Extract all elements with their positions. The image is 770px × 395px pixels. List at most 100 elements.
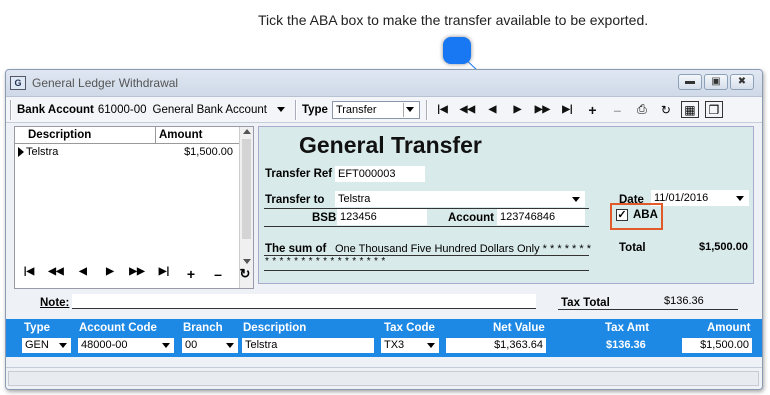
transfer-to-select[interactable]: Telstra bbox=[335, 191, 585, 207]
add-row-icon[interactable]: + bbox=[178, 266, 204, 282]
account-field[interactable]: 123746846 bbox=[497, 209, 585, 225]
tax-total-value: $136.36 bbox=[664, 295, 704, 307]
header-account-code: Account Code bbox=[79, 322, 157, 334]
list-item-description: Telstra bbox=[26, 146, 59, 158]
branch-value: 00 bbox=[185, 339, 198, 351]
previous-page-icon[interactable]: ◀◀ bbox=[455, 104, 480, 115]
chevron-down-icon bbox=[59, 343, 67, 348]
net-value-field[interactable]: $1,363.64 bbox=[446, 338, 546, 353]
first-record-icon[interactable]: |◀ bbox=[430, 104, 455, 115]
print-icon[interactable]: ⎙ bbox=[633, 101, 651, 118]
note-label: Note: bbox=[40, 297, 70, 309]
scroll-thumb[interactable] bbox=[242, 139, 251, 239]
total-label: Total bbox=[619, 242, 646, 254]
status-bar bbox=[6, 367, 762, 389]
previous-page-icon[interactable]: ◀◀ bbox=[43, 266, 69, 282]
scroll-up-icon[interactable] bbox=[243, 129, 251, 134]
first-record-icon[interactable]: |◀ bbox=[16, 266, 42, 282]
type-select[interactable]: Transfer bbox=[331, 100, 420, 119]
restore-button[interactable]: ▣ bbox=[704, 74, 728, 90]
type-select[interactable]: GEN bbox=[22, 338, 71, 353]
date-picker[interactable]: 11/01/2016 bbox=[651, 190, 749, 206]
list-header: Description Amount bbox=[15, 127, 253, 144]
amount-value: $1,500.00 bbox=[700, 339, 749, 351]
tax-amt-value: $136.36 bbox=[606, 339, 646, 351]
callout-marker bbox=[443, 37, 471, 64]
header-amount: Amount bbox=[707, 322, 751, 334]
toolbar-separator bbox=[425, 99, 428, 120]
header-tax-amt: Tax Amt bbox=[605, 322, 650, 334]
transaction-list: Description Amount Telstra $1,500.00 bbox=[14, 126, 254, 289]
window-title: General Ledger Withdrawal bbox=[32, 76, 179, 90]
delete-row-icon[interactable]: – bbox=[205, 266, 231, 282]
delete-record-icon[interactable]: – bbox=[605, 102, 630, 118]
list-item[interactable]: Telstra $1,500.00 bbox=[15, 144, 253, 160]
next-record-icon[interactable]: ▶ bbox=[97, 266, 123, 282]
transfer-panel: General Transfer Transfer Ref EFT000003 … bbox=[258, 126, 754, 284]
sum-label: The sum of bbox=[265, 243, 327, 255]
aba-label: ABA bbox=[633, 209, 658, 221]
account-code-select[interactable]: 48000-00 bbox=[78, 338, 174, 353]
callout-text: Tick the ABA box to make the transfer av… bbox=[258, 12, 649, 28]
general-ledger-withdrawal-window: G General Ledger Withdrawal ▬ ▣ ✖ Bank A… bbox=[5, 69, 763, 390]
tax-total-label: Tax Total bbox=[561, 297, 610, 309]
previous-record-icon[interactable]: ◀ bbox=[480, 104, 505, 115]
chevron-down-icon bbox=[572, 196, 580, 202]
app-icon: G bbox=[10, 76, 26, 90]
list-scrollbar[interactable] bbox=[239, 127, 253, 288]
copy-icon[interactable]: ❐ bbox=[704, 101, 723, 118]
bank-account-name: General Bank Account bbox=[152, 103, 267, 116]
divider bbox=[264, 226, 589, 227]
divider bbox=[264, 270, 589, 271]
tax-code-value: TX3 bbox=[384, 339, 405, 351]
bsb-label: BSB bbox=[312, 212, 337, 224]
aba-checkbox[interactable]: ✓ bbox=[616, 209, 628, 221]
total-value: $1,500.00 bbox=[699, 241, 748, 253]
amount-field[interactable]: $1,500.00 bbox=[682, 338, 752, 353]
header-type: Type bbox=[24, 322, 50, 334]
sum-stars: * * * * * * * * * * * * * * * * * bbox=[265, 256, 386, 267]
transfer-ref-field[interactable]: EFT000003 bbox=[335, 166, 425, 182]
header-net-value: Net Value bbox=[493, 322, 545, 334]
chevron-down-icon bbox=[427, 343, 435, 348]
transfer-to-value: Telstra bbox=[338, 193, 371, 205]
next-page-icon[interactable]: ▶▶ bbox=[530, 104, 555, 115]
toolbar: Bank Account 61000-00 General Bank Accou… bbox=[6, 97, 762, 123]
add-record-icon[interactable]: + bbox=[580, 102, 605, 118]
report-icon[interactable]: ▦ bbox=[680, 101, 699, 118]
refresh-icon[interactable]: ↻ bbox=[657, 101, 675, 118]
column-header-description[interactable]: Description bbox=[15, 127, 156, 143]
next-page-icon[interactable]: ▶▶ bbox=[124, 266, 150, 282]
scroll-down-icon[interactable] bbox=[243, 259, 251, 264]
account-label: Account bbox=[448, 212, 494, 224]
branch-select[interactable]: 00 bbox=[182, 338, 238, 353]
refresh-icon[interactable]: ↻ bbox=[232, 266, 258, 282]
chevron-down-icon bbox=[276, 107, 285, 112]
next-record-icon[interactable]: ▶ bbox=[505, 104, 530, 115]
chevron-down-icon bbox=[736, 195, 744, 201]
page-title: General Transfer bbox=[299, 132, 482, 158]
type-label: Type bbox=[301, 103, 328, 116]
minimize-button[interactable]: ▬ bbox=[678, 74, 702, 90]
bsb-field[interactable]: 123456 bbox=[337, 209, 427, 225]
previous-record-icon[interactable]: ◀ bbox=[70, 266, 96, 282]
description-field[interactable]: Telstra bbox=[242, 338, 374, 353]
header-description: Description bbox=[243, 322, 307, 334]
header-tax-code: Tax Code bbox=[384, 322, 435, 334]
type-value: Transfer bbox=[335, 103, 377, 116]
divider bbox=[558, 309, 738, 310]
sum-in-words: One Thousand Five Hundred Dollars Only *… bbox=[335, 243, 591, 255]
last-record-icon[interactable]: ▶| bbox=[151, 266, 177, 282]
close-button[interactable]: ✖ bbox=[730, 74, 754, 90]
column-header-amount[interactable]: Amount bbox=[156, 127, 233, 143]
description-value: Telstra bbox=[245, 339, 278, 351]
note-field[interactable] bbox=[72, 294, 536, 309]
bank-account-select[interactable]: 61000-00 General Bank Account bbox=[98, 101, 285, 119]
title-bar: G General Ledger Withdrawal ▬ ▣ ✖ bbox=[6, 70, 762, 97]
last-record-icon[interactable]: ▶| bbox=[555, 104, 580, 115]
header-branch: Branch bbox=[183, 322, 223, 334]
tax-code-select[interactable]: TX3 bbox=[381, 338, 439, 353]
chevron-down-icon bbox=[162, 343, 170, 348]
net-value: $1,363.64 bbox=[494, 339, 543, 351]
bank-account-label: Bank Account bbox=[17, 103, 94, 116]
